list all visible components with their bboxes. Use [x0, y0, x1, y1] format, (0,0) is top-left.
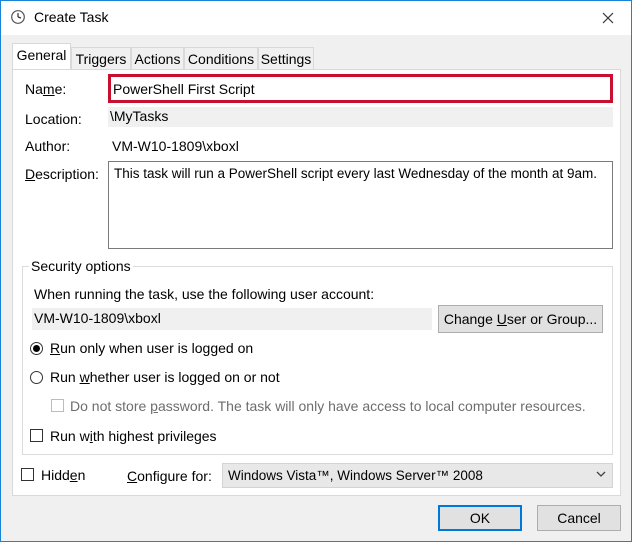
tab-general[interactable]: General [12, 43, 71, 69]
close-button[interactable] [585, 1, 631, 35]
configure-for-select[interactable]: Windows Vista™, Windows Server™ 2008 [222, 463, 613, 488]
name-input[interactable]: PowerShell First Script [108, 74, 613, 103]
window-title: Create Task [34, 9, 109, 25]
author-value: VM-W10-1809\xboxl [112, 138, 239, 154]
name-label: Name: [25, 81, 67, 97]
description-textarea[interactable]: This task will run a PowerShell script e… [108, 161, 613, 249]
run-highest-privileges-label: Run with highest privileges [50, 428, 217, 444]
run-only-logged-on-radio[interactable] [30, 342, 43, 355]
run-highest-privileges-checkbox[interactable] [30, 429, 43, 442]
clock-icon [11, 10, 25, 24]
change-user-or-group-button[interactable]: Change User or Group... [438, 305, 603, 333]
run-whether-logged-on-radio[interactable] [30, 371, 43, 384]
configure-for-label: Configure for: [127, 468, 212, 484]
description-label: Description: [25, 166, 99, 182]
hidden-label: Hidden [41, 467, 86, 483]
title-bar: Create Task [1, 1, 631, 35]
run-only-logged-on-label: Run only when user is logged on [50, 340, 254, 356]
hidden-checkbox[interactable] [21, 468, 34, 481]
run-whether-logged-on-label: Run whether user is logged on or not [50, 369, 280, 385]
close-icon [602, 12, 614, 24]
chevron-down-icon [596, 471, 606, 477]
user-account-value: VM-W10-1809\xboxl [32, 308, 432, 330]
author-label: Author: [25, 138, 71, 154]
cancel-button[interactable]: Cancel [537, 505, 621, 531]
tab-actions[interactable]: Actions [131, 47, 184, 69]
location-label: Location: [25, 111, 82, 127]
tab-conditions[interactable]: Conditions [184, 47, 258, 69]
tab-settings[interactable]: Settings [258, 47, 314, 69]
radio-selected-dot [33, 345, 40, 352]
location-value: \MyTasks [108, 107, 613, 127]
create-task-window: Create Task General Triggers Actions Con… [0, 0, 632, 542]
account-prompt: When running the task, use the following… [34, 286, 375, 302]
security-options-title: Security options [29, 258, 133, 274]
tab-triggers[interactable]: Triggers [71, 47, 131, 69]
do-not-store-password-label: Do not store password. The task will onl… [70, 398, 586, 414]
do-not-store-password-checkbox[interactable] [51, 399, 64, 412]
ok-button[interactable]: OK [438, 505, 522, 531]
